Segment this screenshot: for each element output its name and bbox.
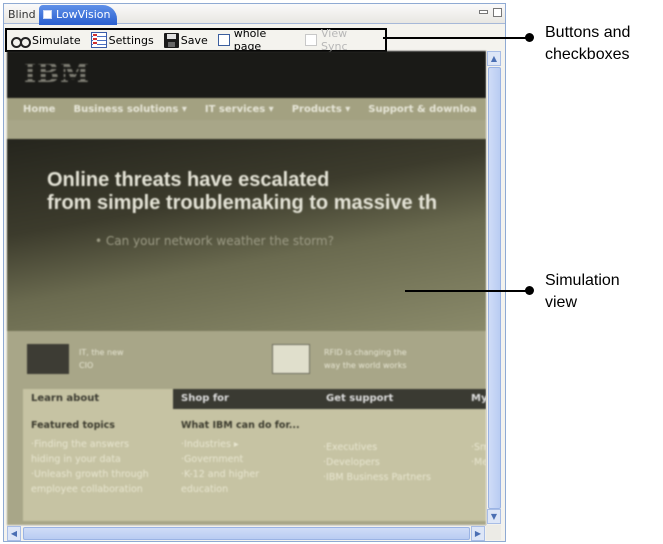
scrollbar-corner [486,525,501,540]
shop-column: What IBM can do for... ·Industries ▸ ·Go… [181,419,316,498]
horizontal-scroll-thumb[interactable] [23,527,470,540]
save-label: Save [180,33,208,47]
section-tab-support: Get support [318,389,463,409]
teaser-line: way the world works [324,361,407,370]
callout-buttons-checkboxes: Buttons and checkboxes [545,22,630,66]
nav-item: Home [23,103,56,115]
toolbar: Simulate Settings Save whole page View S… [5,27,387,53]
nav-item: IT services ▾ [204,103,274,115]
simulation-view[interactable]: IBM Home Business solutions ▾ IT service… [7,51,486,525]
list-item: ·IBM Business Partners [323,472,431,483]
simulation-leader-line [405,290,529,292]
nav-item: Products ▾ [291,103,351,115]
section-tab-shop: Shop for [173,389,318,409]
list-item: ·Government [181,454,244,465]
site-nav: Home Business solutions ▾ IT services ▾ … [7,98,486,120]
view-sync-checkbox: View Sync [305,27,377,53]
hero-subline: • Can your network weather the storm? [95,234,334,248]
settings-label: Settings [108,33,154,47]
list-item: ·Finding the answers [31,439,130,450]
column-heading: Featured topics [31,420,115,431]
list-item: hiding in your data [31,454,121,465]
hero-headline-1: Online threats have escalated [47,169,330,191]
horizontal-scrollbar[interactable]: ◀ ▶ [7,525,486,541]
settings-icon [90,32,107,48]
vertical-scroll-thumb[interactable] [488,67,501,509]
nav-item: Business solutions ▾ [73,103,187,115]
callout-line: view [545,294,578,311]
simulate-button[interactable]: Simulate [11,30,81,50]
scroll-up-icon[interactable]: ▲ [487,51,501,66]
scroll-down-icon[interactable]: ▼ [487,509,501,524]
callout-line: checkboxes [545,46,630,63]
teaser-line: RFID is changing the [324,348,407,357]
glasses-icon [11,34,31,48]
list-item: ·K-12 and higher [181,469,260,480]
featured-column: Featured topics ·Finding the answers hid… [31,419,171,498]
list-item: ·Me [471,457,486,468]
column-heading: What IBM can do for... [181,420,300,431]
settings-button[interactable]: Settings [90,30,154,50]
whole-page-label: whole page [233,27,267,53]
ibm-masthead: IBM [7,51,486,98]
callout-line: Buttons and [545,24,631,41]
simulate-label: Simulate [32,33,81,47]
floppy-disk-icon [163,32,179,48]
list-item: ·Executives [323,442,378,453]
list-item: ·Developers [323,457,380,468]
list-item: employee collaboration [31,484,143,495]
save-button[interactable]: Save [163,30,208,50]
tab-blind[interactable]: Blind [5,6,39,23]
tab-lowvision[interactable]: LowVision [39,5,117,25]
list-item: ·Industries ▸ [181,439,239,450]
tab-lowvision-label: LowVision [56,8,111,21]
toolbar-leader-dot [525,33,534,42]
hero-banner: Online threats have escalated from simpl… [7,139,486,331]
toolbar-leader-line [383,37,529,39]
maximize-icon[interactable] [493,8,502,17]
list-item: ·Unleash growth through [31,469,149,480]
whole-page-checkbox[interactable]: whole page [217,27,297,53]
hero-headline-2: from simple troublemaking to massive th [47,192,438,214]
teaser-text: IT, the new CIO [79,346,124,372]
callout-line: Simulation [545,272,620,289]
checkbox-box [217,34,230,46]
checkbox-box [305,34,318,46]
view-sync-label: View Sync [321,27,348,53]
scroll-right-icon[interactable]: ▶ [471,526,485,541]
teaser-thumbnail [272,344,310,374]
teaser-line: IT, the new [79,348,124,357]
teaser-line: CIO [79,361,94,370]
section-tab-learn: Learn about [23,389,173,409]
simulation-leader-dot [525,286,534,295]
nav-item: Support & downloa [368,103,477,115]
minimize-icon[interactable] [479,10,488,14]
section-tab-my: My [463,389,486,409]
vertical-scrollbar[interactable]: ▲ ▼ [486,51,501,525]
view-tab-bar: Blind LowVision [4,4,505,25]
section-panel: Learn about Shop for Get support My Feat… [23,389,486,521]
teaser-text: RFID is changing the way the world works [324,346,407,372]
teaser-thumbnail [27,344,69,374]
callout-simulation-view: Simulation view [545,270,620,314]
support-column: ·Executives ·Developers ·IBM Business Pa… [323,441,463,486]
list-item: education [181,484,229,495]
list-item: ·Sm [471,442,486,453]
scroll-left-icon[interactable]: ◀ [7,526,21,541]
ibm-logo: IBM [24,59,90,89]
lowvision-tab-icon [43,10,52,19]
my-column: ·Sm ·Me [471,441,486,471]
